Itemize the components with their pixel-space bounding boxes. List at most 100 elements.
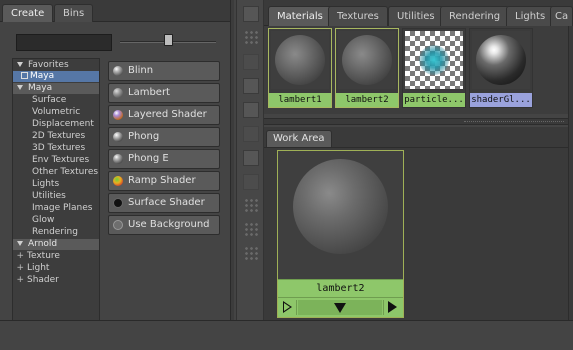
tree-item-image-planes[interactable]: Image Planes — [13, 203, 99, 214]
surface-shader-icon — [113, 198, 123, 208]
expand-attributes-icon[interactable] — [298, 300, 382, 315]
create-surface-shader-button[interactable]: Surface Shader — [108, 193, 220, 213]
toolbar-button[interactable] — [243, 174, 259, 190]
tree-item-env-textures[interactable]: Env Textures — [13, 155, 99, 166]
tab-work-area[interactable]: Work Area — [266, 130, 332, 147]
tree-item-arnold-texture[interactable]: + Texture — [13, 251, 99, 262]
tree-item-rendering[interactable]: Rendering — [13, 227, 99, 238]
folder-icon — [21, 72, 28, 79]
button-label: Blinn — [128, 65, 154, 76]
toolbar-button[interactable] — [243, 150, 259, 166]
create-bins-tabbar: Create Bins — [0, 0, 230, 22]
tab-lights[interactable]: Lights — [506, 6, 555, 26]
tree-item-2d-textures[interactable]: 2D Textures — [13, 131, 99, 142]
tab-rendering[interactable]: Rendering — [440, 6, 510, 26]
material-swatch-lambert2[interactable]: lambert2 — [335, 28, 399, 108]
button-label: Lambert — [128, 87, 170, 98]
lambert-shader-icon — [113, 88, 123, 98]
create-bins-panel: Create Bins Favorites Maya Maya Surface … — [0, 0, 230, 350]
button-label: Use Background — [128, 219, 210, 230]
tab-textures[interactable]: Textures — [328, 6, 388, 26]
tab-utilities[interactable]: Utilities — [388, 6, 444, 26]
phong-shader-icon — [113, 132, 123, 142]
material-swatch-shaderglow[interactable]: shaderGl... — [469, 28, 533, 108]
tree-item-label: Shader — [27, 275, 59, 285]
work-area-graph[interactable]: lambert2 — [264, 147, 573, 320]
tree-item-lights[interactable]: Lights — [13, 179, 99, 190]
node-ports — [278, 297, 403, 317]
toolbar-button[interactable] — [243, 78, 259, 94]
output-port-icon[interactable] — [383, 300, 401, 315]
toolbar-button[interactable] — [243, 54, 259, 70]
toolbar-button[interactable] — [243, 126, 259, 142]
swatch-label: lambert1 — [269, 93, 331, 107]
create-use-background-button[interactable]: Use Background — [108, 215, 220, 235]
material-sphere-icon — [293, 159, 388, 254]
swatch-label: lambert2 — [336, 93, 398, 107]
material-swatch-lambert1[interactable]: lambert1 — [268, 28, 332, 108]
create-ramp-shader-button[interactable]: Ramp Shader — [108, 171, 220, 191]
shader-node-lambert2[interactable]: lambert2 — [277, 150, 404, 318]
slider-thumb[interactable] — [164, 34, 173, 46]
pane-divider[interactable] — [264, 118, 573, 125]
expand-triangle-icon[interactable] — [17, 61, 23, 67]
tree-group-maya[interactable]: Maya — [13, 83, 99, 94]
ramp-shader-icon — [113, 176, 123, 186]
hypershade-scrollbar[interactable] — [568, 26, 573, 320]
hypershade-toolbar — [236, 0, 264, 350]
plus-icon: + — [16, 251, 24, 261]
grid-icon[interactable] — [244, 30, 258, 44]
tree-item-arnold-light[interactable]: + Light — [13, 263, 99, 274]
tab-cameras[interactable]: Ca — [550, 6, 573, 26]
tree-item-arnold-shader[interactable]: + Shader — [13, 275, 99, 286]
tree-group-arnold[interactable]: Arnold — [13, 239, 99, 250]
tree-item-utilities[interactable]: Utilities — [13, 191, 99, 202]
divider-grip[interactable] — [464, 121, 564, 122]
tree-item-displacement[interactable]: Displacement — [13, 119, 99, 130]
expand-triangle-icon[interactable] — [17, 240, 23, 246]
button-label: Layered Shader — [128, 109, 207, 120]
tree-group-label: Favorites — [28, 60, 69, 70]
tree-item-surface[interactable]: Surface — [13, 95, 99, 106]
create-layered-shader-button[interactable]: Layered Shader — [108, 105, 220, 125]
tree-group-favorites[interactable]: Favorites — [13, 60, 99, 71]
tab-bins[interactable]: Bins — [54, 4, 94, 22]
create-lambert-button[interactable]: Lambert — [108, 83, 220, 103]
tree-item-maya-favorite[interactable]: Maya — [13, 71, 99, 82]
graph-layout-icon[interactable] — [244, 246, 258, 260]
tree-item-label: Maya — [30, 71, 55, 81]
button-label: Surface Shader — [128, 197, 205, 208]
material-swatch-particle[interactable]: particle... — [402, 28, 466, 108]
filter-input[interactable] — [16, 34, 112, 51]
phong-e-shader-icon — [113, 154, 123, 164]
button-label: Ramp Shader — [128, 175, 196, 186]
create-phong-button[interactable]: Phong — [108, 127, 220, 147]
tree-item-other-textures[interactable]: Other Textures — [13, 167, 99, 178]
blinn-shader-icon — [113, 66, 123, 76]
tree-item-label: Texture — [27, 251, 60, 261]
tree-item-volumetric[interactable]: Volumetric — [13, 107, 99, 118]
material-sphere-icon — [342, 35, 392, 85]
button-label: Phong — [128, 131, 160, 142]
button-label: Phong E — [128, 153, 169, 164]
create-phong-e-button[interactable]: Phong E — [108, 149, 220, 169]
tree-item-glow[interactable]: Glow — [13, 215, 99, 226]
create-blinn-button[interactable]: Blinn — [108, 61, 220, 81]
swatch-label: particle... — [403, 93, 465, 107]
node-label: lambert2 — [278, 279, 403, 297]
graph-layout-icon[interactable] — [244, 198, 258, 212]
toolbar-button[interactable] — [243, 102, 259, 118]
hypershade-panel: Materials Textures Utilities Rendering L… — [264, 0, 573, 350]
tree-group-label: Maya — [28, 83, 53, 93]
tree-group-label: Arnold — [28, 239, 58, 249]
graph-layout-icon[interactable] — [244, 222, 258, 236]
tab-create[interactable]: Create — [2, 4, 54, 22]
tree-item-3d-textures[interactable]: 3D Textures — [13, 143, 99, 154]
expand-triangle-icon[interactable] — [17, 84, 23, 90]
panel-splitter[interactable] — [230, 0, 234, 350]
material-sphere-icon — [275, 35, 325, 85]
input-port-icon[interactable] — [279, 300, 297, 315]
toolbar-button[interactable] — [243, 6, 259, 22]
swatch-preview — [405, 31, 463, 89]
tab-materials[interactable]: Materials — [268, 6, 332, 26]
